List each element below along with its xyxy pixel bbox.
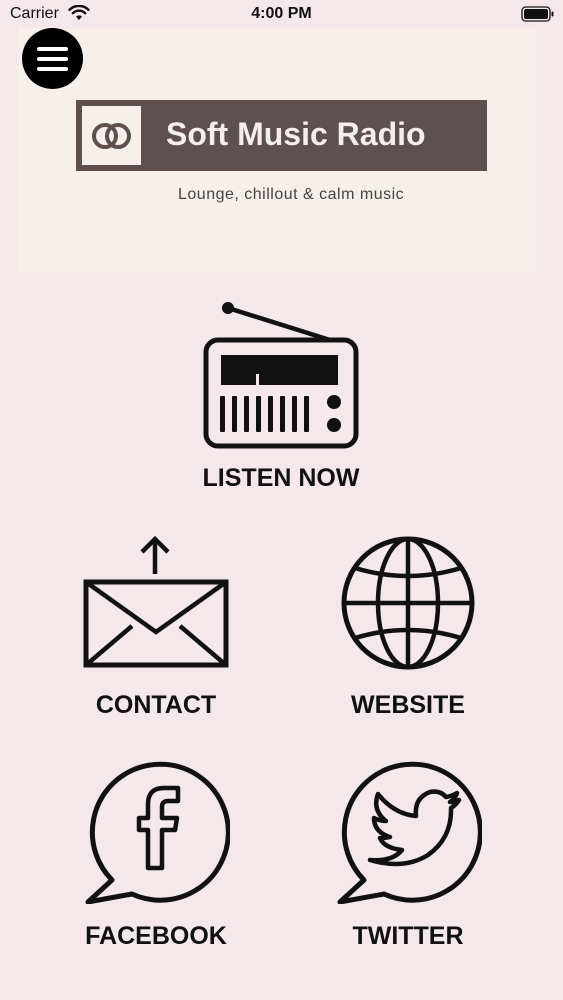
listen-now-button[interactable]: LISTEN NOW <box>190 296 372 500</box>
contact-label: CONTACT <box>95 691 217 719</box>
clock: 4:00 PM <box>251 5 312 22</box>
battery-icon <box>521 6 554 22</box>
twitter-icon <box>337 761 482 904</box>
website-label: WEBSITE <box>351 691 465 719</box>
radio-icon <box>203 302 359 449</box>
app-title: Soft Music Radio <box>166 116 426 152</box>
status-bar: Carrier 4:00 PM <box>0 0 563 30</box>
website-button[interactable]: WEBSITE <box>322 534 494 726</box>
logo: Soft Music Radio <box>76 100 487 171</box>
globe-icon <box>341 536 475 670</box>
twitter-button[interactable]: TWITTER <box>322 760 494 958</box>
menu-icon <box>37 47 68 51</box>
menu-button[interactable] <box>22 28 83 89</box>
rings-icon <box>82 106 141 165</box>
tagline: Lounge, chillout & calm music <box>178 186 405 203</box>
facebook-icon <box>85 761 230 904</box>
listen-now-label: LISTEN NOW <box>202 464 360 492</box>
envelope-icon <box>83 535 229 668</box>
twitter-label: TWITTER <box>352 922 464 950</box>
contact-button[interactable]: CONTACT <box>70 534 242 726</box>
facebook-label: FACEBOOK <box>85 922 227 950</box>
facebook-button[interactable]: FACEBOOK <box>70 760 242 958</box>
